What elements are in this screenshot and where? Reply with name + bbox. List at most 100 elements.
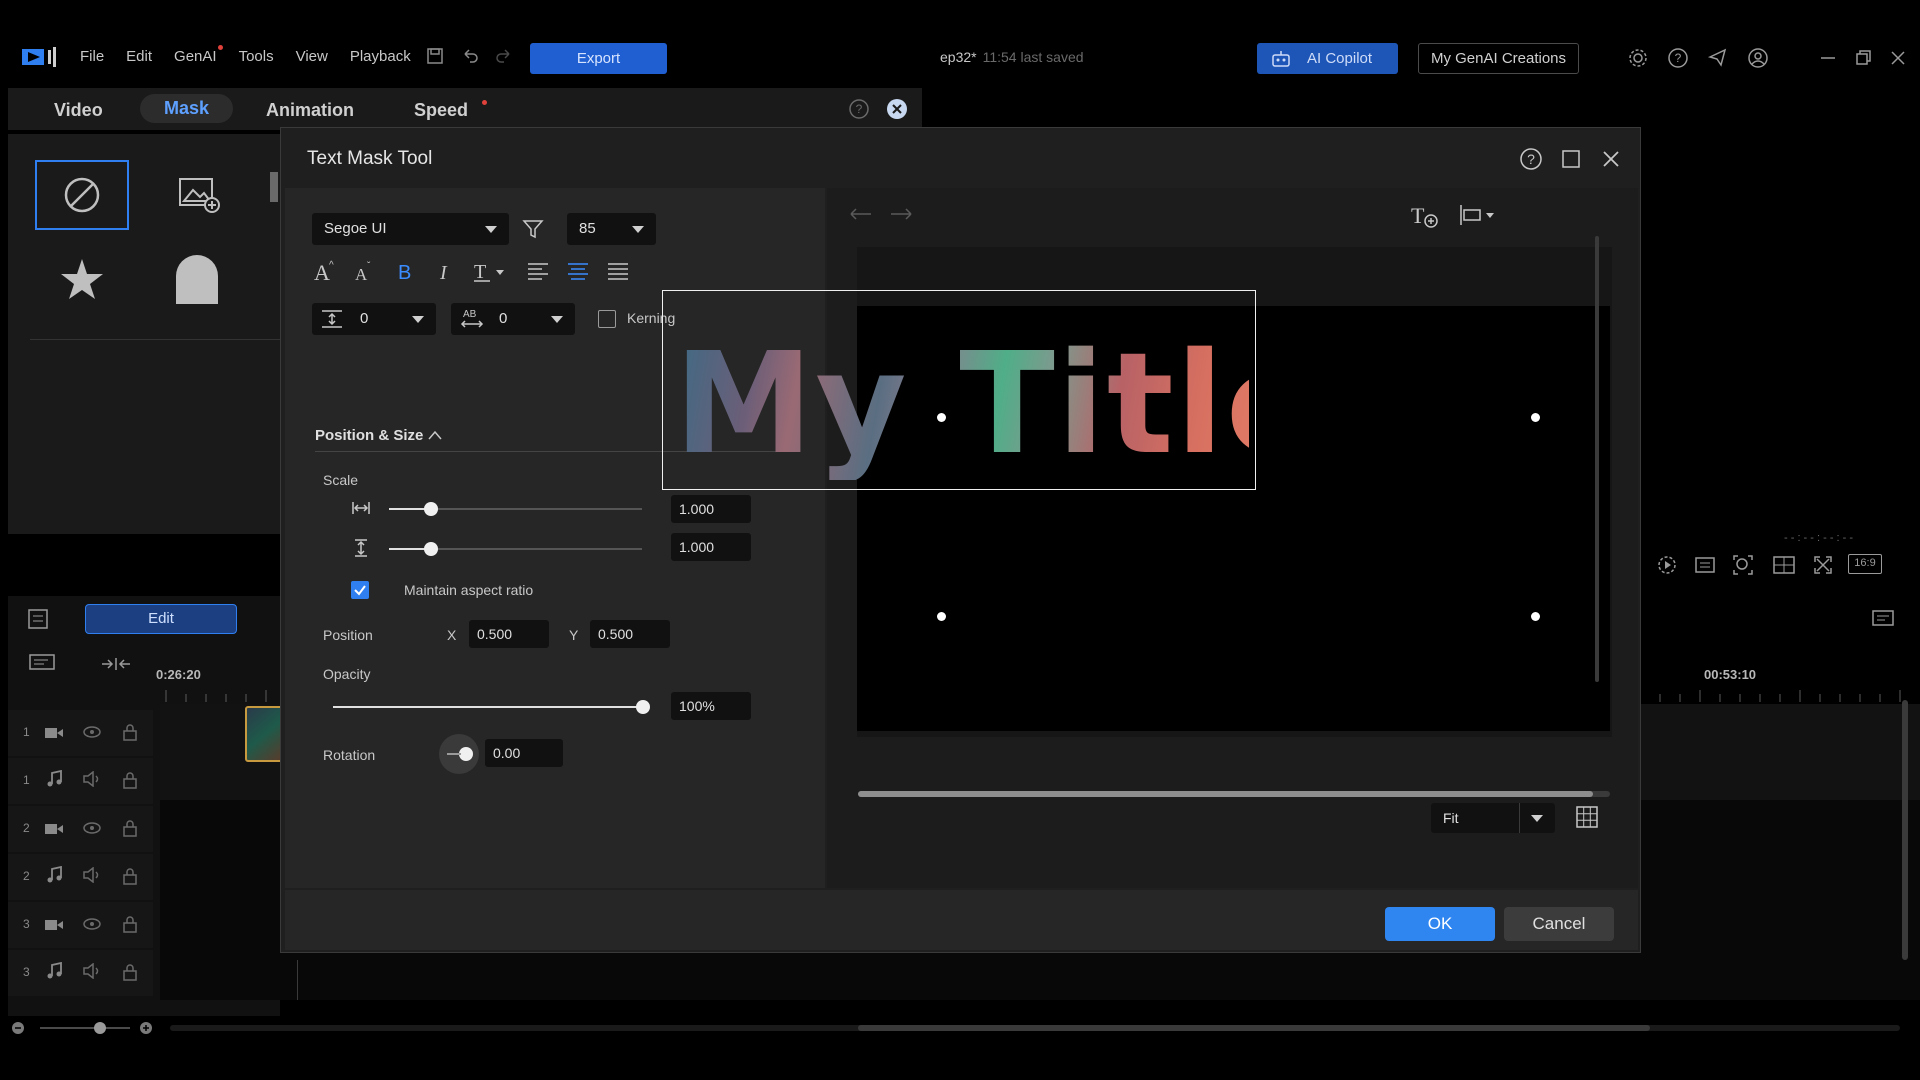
zoom-dropdown[interactable]: Fit: [1431, 803, 1555, 833]
eye-icon[interactable]: [82, 821, 102, 835]
align-objects-icon[interactable]: [1458, 203, 1496, 227]
account-icon[interactable]: [1747, 47, 1769, 69]
lock-icon[interactable]: [122, 915, 138, 933]
preview-redo-icon[interactable]: [888, 203, 914, 225]
add-track-icon[interactable]: [28, 652, 60, 674]
rotation-dial-handle[interactable]: [459, 747, 473, 761]
aspect-ratio-button[interactable]: 16:9: [1848, 554, 1882, 574]
split-view-icon[interactable]: [1772, 554, 1796, 576]
eye-icon[interactable]: [82, 917, 102, 931]
dialog-maximize-icon[interactable]: [1558, 146, 1584, 172]
menu-tools[interactable]: Tools: [239, 48, 274, 65]
opacity-slider-thumb[interactable]: [636, 700, 650, 714]
speaker-icon[interactable]: [82, 771, 102, 787]
ai-copilot-button[interactable]: AI Copilot: [1257, 43, 1398, 74]
preview-scroll-thumb[interactable]: [858, 791, 1593, 797]
mask-none[interactable]: [35, 160, 129, 230]
position-size-header[interactable]: Position & Size: [315, 427, 442, 444]
italic-icon[interactable]: I: [432, 258, 458, 284]
edit-button[interactable]: Edit: [85, 604, 237, 634]
video-clip-thumbnail[interactable]: [245, 706, 285, 762]
font-size-dropdown[interactable]: 85: [567, 213, 656, 245]
preview-undo-icon[interactable]: [848, 203, 874, 225]
mask-arch[interactable]: [150, 244, 244, 314]
menu-file[interactable]: File: [80, 48, 104, 65]
preview-horizontal-scrollbar[interactable]: [858, 791, 1610, 797]
close-window-icon[interactable]: [1887, 47, 1909, 69]
my-genai-creations-button[interactable]: My GenAI Creations: [1418, 43, 1579, 74]
menu-edit[interactable]: Edit: [126, 48, 152, 65]
text-selection-box[interactable]: [662, 290, 1256, 490]
fullscreen-icon[interactable]: [1812, 554, 1834, 576]
timeline-vertical-scrollbar[interactable]: [1902, 700, 1908, 960]
scale-height-slider-thumb[interactable]: [424, 542, 438, 556]
mask-image[interactable]: [153, 160, 247, 230]
position-x-input[interactable]: 0.500: [469, 620, 549, 648]
undo-icon[interactable]: [460, 46, 480, 66]
scale-width-input[interactable]: 1.000: [671, 495, 751, 523]
dialog-close-icon[interactable]: [1598, 146, 1624, 172]
menu-playback[interactable]: Playback: [350, 48, 411, 65]
character-spacing-dropdown[interactable]: AB 0: [451, 303, 575, 335]
align-center-icon[interactable]: [565, 258, 591, 284]
timeline-settings-icon[interactable]: [1870, 606, 1896, 632]
mask-star[interactable]: [35, 244, 129, 314]
tab-mask[interactable]: Mask: [140, 94, 234, 123]
fit-timeline-icon[interactable]: [100, 656, 132, 672]
font-family-dropdown[interactable]: Segoe UI: [312, 213, 509, 245]
lock-icon[interactable]: [122, 771, 138, 789]
filter-icon[interactable]: [521, 217, 545, 241]
list-view-icon[interactable]: [1694, 554, 1716, 576]
lock-icon[interactable]: [122, 867, 138, 885]
save-icon[interactable]: [425, 46, 445, 66]
rotation-dial[interactable]: [439, 734, 479, 774]
chevron-up-icon[interactable]: [427, 429, 443, 441]
help-icon[interactable]: ?: [1667, 47, 1689, 69]
tabs-help-icon[interactable]: ?: [848, 98, 870, 120]
dialog-help-icon[interactable]: ?: [1518, 146, 1544, 172]
gear-icon[interactable]: [1627, 47, 1649, 69]
redo-icon[interactable]: [494, 46, 514, 66]
lock-icon[interactable]: [122, 963, 138, 981]
tabs-close-icon[interactable]: [886, 98, 908, 120]
zoom-out-icon[interactable]: [10, 1020, 26, 1036]
tab-video[interactable]: Video: [54, 100, 103, 121]
resize-handle-top-left[interactable]: [937, 413, 946, 422]
increase-font-icon[interactable]: A ^: [312, 258, 338, 284]
kerning-checkbox[interactable]: [598, 310, 616, 328]
decrease-font-icon[interactable]: Aˇ: [352, 258, 378, 284]
playback-settings-icon[interactable]: [1656, 554, 1678, 576]
scale-width-slider-thumb[interactable]: [424, 502, 438, 516]
ok-button[interactable]: OK: [1385, 907, 1495, 941]
track-manager-icon[interactable]: [26, 607, 50, 631]
minimize-icon[interactable]: [1817, 47, 1839, 69]
lock-icon[interactable]: [122, 723, 138, 741]
tab-speed[interactable]: Speed: [414, 100, 468, 121]
cancel-button[interactable]: Cancel: [1504, 907, 1614, 941]
feedback-icon[interactable]: [1707, 47, 1729, 69]
zoom-in-icon[interactable]: [138, 1020, 154, 1036]
add-text-icon[interactable]: T: [1410, 201, 1440, 229]
speaker-icon[interactable]: [82, 867, 102, 883]
bold-icon[interactable]: B: [392, 258, 418, 284]
zoom-slider-thumb[interactable]: [94, 1022, 106, 1034]
export-button[interactable]: Export: [530, 43, 667, 74]
resize-handle-bottom-left[interactable]: [937, 612, 946, 621]
resize-handle-bottom-right[interactable]: [1531, 612, 1540, 621]
menu-view[interactable]: View: [296, 48, 328, 65]
align-left-icon[interactable]: [525, 258, 551, 284]
maintain-aspect-checkbox[interactable]: [351, 581, 369, 599]
tab-animation[interactable]: Animation: [266, 100, 354, 121]
opacity-input[interactable]: 100%: [671, 692, 751, 720]
align-justify-icon[interactable]: [605, 258, 631, 284]
menu-genai[interactable]: GenAI: [174, 45, 223, 65]
grid-icon[interactable]: [1575, 805, 1599, 829]
zoom-slider-track[interactable]: [40, 1027, 130, 1029]
zoom-preview-icon[interactable]: [1732, 554, 1754, 576]
rotation-input[interactable]: 0.00: [485, 739, 563, 767]
lock-icon[interactable]: [122, 819, 138, 837]
eye-icon[interactable]: [82, 725, 102, 739]
text-style-icon[interactable]: T: [472, 258, 506, 284]
scale-height-input[interactable]: 1.000: [671, 533, 751, 561]
position-y-input[interactable]: 0.500: [590, 620, 670, 648]
